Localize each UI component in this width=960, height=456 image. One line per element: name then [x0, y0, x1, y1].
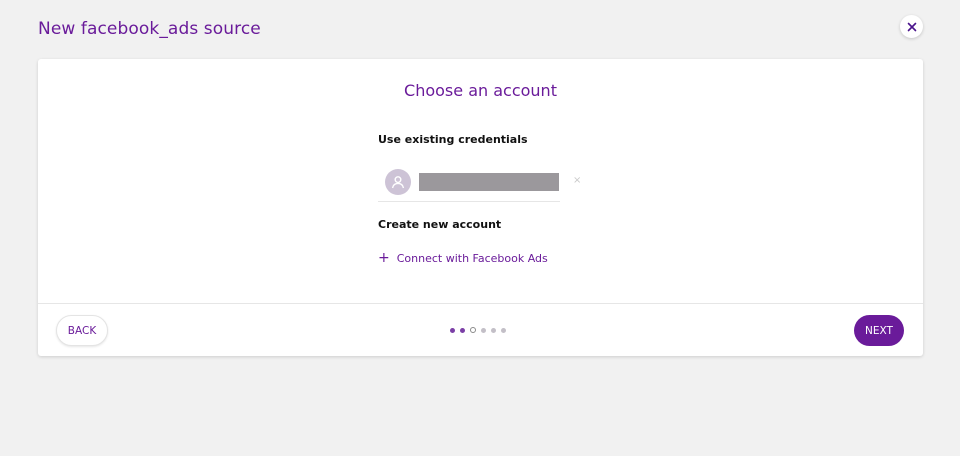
- footer-divider: [38, 303, 923, 304]
- page-title: New facebook_ads source: [38, 19, 261, 39]
- step-dot: [450, 327, 455, 333]
- step-indicator: [450, 327, 506, 333]
- card-title: Choose an account: [404, 81, 557, 100]
- wizard-card: Choose an account Use existing credentia…: [38, 59, 923, 356]
- close-icon: [907, 22, 916, 31]
- step-dot: [501, 327, 506, 333]
- credential-item[interactable]: [378, 165, 560, 202]
- step-dot: [460, 327, 465, 333]
- step-dot: [481, 327, 486, 333]
- connect-facebook-ads-link[interactable]: + Connect with Facebook Ads: [378, 250, 548, 266]
- plus-icon: +: [378, 250, 390, 266]
- existing-credentials-heading: Use existing credentials: [378, 133, 528, 146]
- remove-credential-button[interactable]: ×: [573, 175, 581, 186]
- credential-name-redacted: [419, 173, 559, 191]
- avatar: [385, 169, 411, 195]
- back-button[interactable]: BACK: [56, 315, 108, 346]
- remove-icon: ×: [573, 175, 582, 186]
- next-button[interactable]: NEXT: [854, 315, 904, 346]
- step-dot: [470, 327, 476, 333]
- create-account-heading: Create new account: [378, 218, 502, 231]
- close-button[interactable]: [900, 15, 923, 38]
- user-icon: [391, 176, 405, 189]
- connect-label: Connect with Facebook Ads: [396, 252, 548, 265]
- step-dot: [491, 327, 496, 333]
